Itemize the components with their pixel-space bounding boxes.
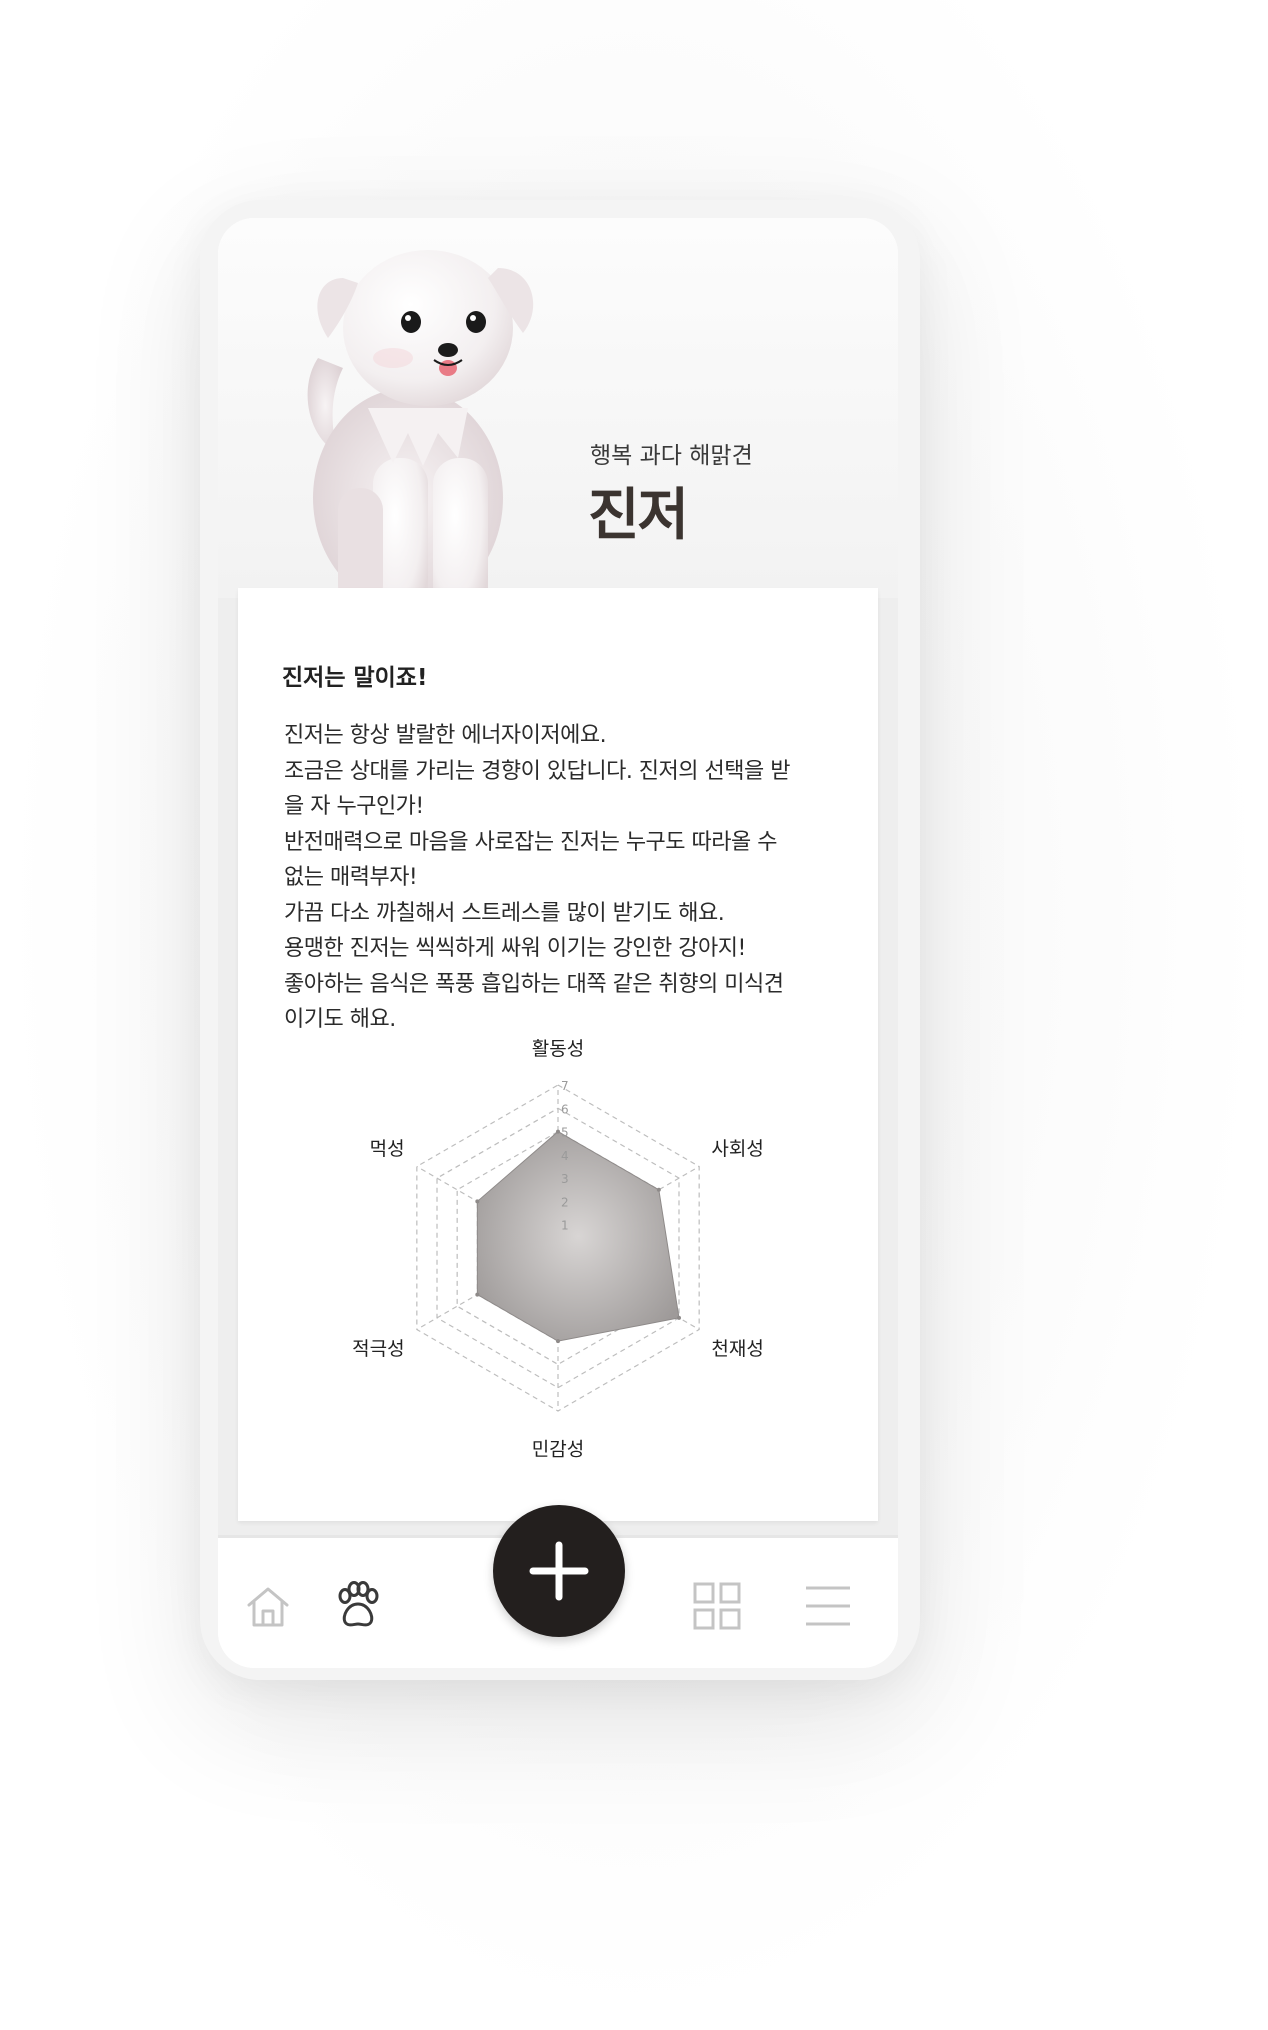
radar-axis-label: 먹성 <box>370 1138 405 1160</box>
paw-icon <box>338 1581 379 1627</box>
description-line: 가끔 다소 까칠해서 스트레스를 많이 받기도 해요. <box>284 900 725 926</box>
radar-tick-label: 7 <box>561 1079 569 1093</box>
nav-grid[interactable] <box>687 1576 747 1636</box>
menu-icon <box>806 1586 850 1626</box>
profile-subtitle: 행복 과다 해맑견 <box>590 443 753 469</box>
radar-data-point <box>556 1129 560 1134</box>
nav-menu[interactable] <box>798 1576 858 1636</box>
grid-icon <box>693 1582 741 1630</box>
radar-tick-label: 2 <box>561 1195 569 1209</box>
profile-name: 진저 <box>588 483 689 548</box>
description-line: 반전매력으로 마음을 사로잡는 진저는 누구도 따라올 수 <box>284 829 777 855</box>
radar-axis-label: 천재성 <box>711 1338 763 1360</box>
plus-icon <box>529 1541 589 1601</box>
radar-data-point <box>656 1187 661 1192</box>
description-line: 조금은 상대를 가리는 경향이 있답니다. 진저의 선택을 받 <box>284 758 790 784</box>
radar-data-area <box>476 1130 680 1342</box>
radar-tick-label: 1 <box>561 1219 569 1233</box>
description-line: 좋아하는 음식은 폭풍 흡입하는 대쪽 같은 취향의 미식견 <box>284 971 784 997</box>
phone-screen: 행복 과다 해맑견 진저 진저는 말이죠! 진저는 항상 발랄한 에너자이저에요… <box>218 218 898 1668</box>
radar-tick-label: 3 <box>561 1172 569 1186</box>
radar-axis-label: 활동성 <box>532 1038 584 1060</box>
description-line: 이기도 해요. <box>284 1007 396 1032</box>
profile-hero: 행복 과다 해맑견 진저 <box>218 218 898 623</box>
add-button[interactable] <box>493 1505 625 1637</box>
personality-radar-chart: 1 2 3 4 5 6 7 활동성사회성천재성민감성 적극성 먹성 <box>352 1038 764 1458</box>
stage: 행복 과다 해맑견 진저 진저는 말이죠! 진저는 항상 발랄한 에너자이저에요… <box>0 0 1268 2030</box>
radar-tick-label: 6 <box>561 1102 569 1116</box>
card-description: 진저는 항상 발랄한 에너자이저에요. 조금은 상대를 가리는 경향이 있답니다… <box>284 718 844 1038</box>
description-line: 진저는 항상 발랄한 에너자이저에요. <box>284 723 607 748</box>
nav-pet[interactable] <box>328 1576 388 1636</box>
radar-axis-label: 민감성 <box>532 1438 584 1458</box>
radar-data-point <box>475 1199 480 1204</box>
description-line: 없는 매력부자! <box>284 865 418 890</box>
radar-tick-label: 4 <box>561 1149 569 1163</box>
radar-axis-label: 적극성 <box>352 1338 404 1360</box>
nav-home[interactable] <box>238 1576 298 1636</box>
radar-data-point <box>676 1315 681 1320</box>
description-line: 을 자 누구인가! <box>284 794 424 819</box>
radar-data-point <box>475 1292 480 1297</box>
puppy-image <box>307 250 534 623</box>
card-title: 진저는 말이죠! <box>282 665 428 691</box>
radar-data-point <box>556 1339 560 1344</box>
radar-tick-label: 5 <box>561 1126 569 1140</box>
description-line: 용맹한 진저는 씩씩하게 싸워 이기는 강인한 강아지! <box>284 936 746 961</box>
home-icon <box>247 1587 289 1627</box>
radar-axis-label: 사회성 <box>711 1138 763 1160</box>
